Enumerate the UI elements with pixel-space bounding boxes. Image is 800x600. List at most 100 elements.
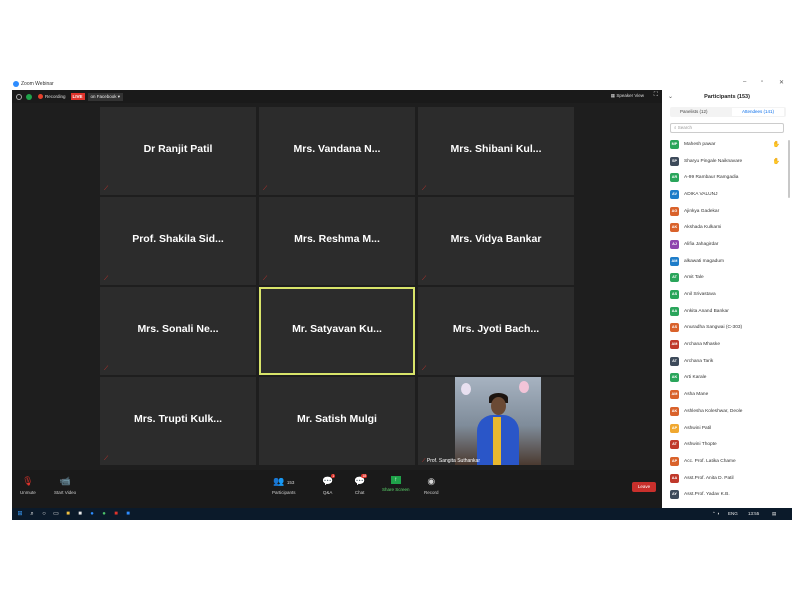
file-explorer-icon[interactable]: ■ [64,510,72,518]
participants-tabs: Panelists (12) Attendees (141) [670,107,786,117]
speaker-view-button[interactable]: ▦ Speaker View [611,93,644,99]
taskview-icon[interactable]: ▭ [52,510,60,518]
zoom-taskbar-icon[interactable]: ■ [124,510,132,518]
list-item[interactable]: AK Arti Karale [670,370,786,387]
list-item[interactable]: AA Asst.Prof. Anita D. Patil [670,470,786,487]
qa-button[interactable]: 💬 1 Q&A [322,474,336,495]
avatar: AK [670,406,679,416]
task-view-icon[interactable]: ○ [40,510,48,518]
list-item[interactable]: MP Mahesh pawar ✋ [670,136,786,153]
list-item[interactable]: AT Ashwini Thopte [670,436,786,453]
attendee-name: A-99 Rambaur Ramgadia [684,175,739,181]
list-item[interactable]: AK Akshada Kulkarni [670,219,786,236]
saree-border [493,417,501,465]
chat-button[interactable]: 💬 18 Chat [354,474,368,495]
list-item[interactable]: AR A-99 Rambaur Ramgadia [670,169,786,186]
attendee-name: Arti Karale [684,375,707,381]
avatar: AT [670,273,679,283]
video-tile[interactable]: Mrs. Reshma M... ⟋ [259,197,415,285]
attendee-name: Anil Srivastava [684,292,716,298]
video-tile[interactable]: Dr Ranjit Patil ⟋ [100,107,256,195]
list-item[interactable]: AP Acc. Prof. Latika Chame [670,453,786,470]
tile-name: Mr. Satish Mulgi [297,413,377,425]
search-icon[interactable]: ⌕ [28,510,36,518]
tab-attendees[interactable]: Attendees (141) [732,108,784,116]
start-video-button[interactable]: 📹 Start Video [54,476,76,495]
fullscreen-icon[interactable]: ⛶ [654,92,658,99]
maximize-button[interactable]: ▫ [761,79,763,85]
list-item[interactable]: AV ADIKA VALUNJ [670,186,786,203]
list-item[interactable]: AJ Alifia Jahagirdar [670,236,786,253]
list-item[interactable]: AM alkawati magadum [670,253,786,270]
muted-mic-icon: ⟋ [263,186,268,192]
avatar: AV [670,189,679,199]
system-tray-icons[interactable]: ⌃ ◗ [712,511,720,517]
avatar: AP [670,456,679,466]
attendee-name: Acc. Prof. Latika Chame [684,458,736,464]
minimize-button[interactable]: – [743,79,746,85]
chat-label: Chat [354,490,365,495]
store-icon[interactable]: ■ [76,510,84,518]
list-item[interactable]: AM Archana Mhaske [670,336,786,353]
recording-label: Recording [45,94,66,99]
attendee-name: Ashwini Thopte [684,442,717,448]
list-item[interactable]: SP Sharyu Pingale Naiknavare ✋ [670,153,786,170]
avatar: SP [670,156,679,166]
clock[interactable]: 13:55 [748,511,759,516]
attendee-name: Ashwini Patil [684,425,712,431]
windows-taskbar: ⊞ ⌕ ○ ▭ ■ ■ ● ● ■ ■ ⌃ ◗ ENG 13:55 ▤ [12,508,792,520]
unmute-button[interactable]: 🎙 Unmute [20,476,36,495]
share-screen-button[interactable]: ↑ Share Screen [382,476,410,492]
scrollbar[interactable] [788,140,790,198]
raised-hand-icon: ✋ [772,141,780,148]
windows-start-icon[interactable]: ⊞ [16,510,24,518]
facebook-stream-dropdown[interactable]: on Facebook ▾ [87,92,124,101]
list-item[interactable]: AY Asst.Prof. Yadav K.B. [670,486,786,503]
tile-name: ⟋ Prof. Sangita Suthankar [422,458,480,464]
video-tile[interactable]: Mrs. Shibani Kul... ⟋ [418,107,574,195]
participants-icon: 👥 153 [273,476,295,486]
video-tile[interactable]: Mrs. Vandana N... ⟋ [259,107,415,195]
list-item[interactable]: AP Ashwini Patil [670,420,786,437]
chevron-down-icon[interactable]: ⌄ [668,90,673,104]
participants-button[interactable]: 👥 153 Participants [272,476,296,495]
meeting-controls: 🎙 Unmute 📹 Start Video 👥 153 Participants 💬… [12,470,662,508]
video-tile[interactable]: Mrs. Sonali Ne... ⟋ [100,287,256,375]
security-shield-icon[interactable] [26,93,32,100]
list-item[interactable]: AT Archana Tarik [670,353,786,370]
list-item[interactable]: AS Anil Srivastava [670,286,786,303]
video-tile[interactable]: Prof. Shakila Sid... ⟋ [100,197,256,285]
tile-name: Mrs. Vandana N... [293,143,381,155]
video-tile[interactable]: Mrs. Trupti Kulk... ⟋ [100,377,256,465]
active-speaker-tile[interactable]: Mr. Satyavan Ku... [259,287,415,375]
app-icon[interactable]: ■ [112,510,120,518]
chrome-icon[interactable]: ● [100,510,108,518]
qa-label: Q&A [322,490,333,495]
video-tile[interactable]: Mr. Satish Mulgi [259,377,415,465]
video-tile[interactable]: Mrs. Jyoti Bach... ⟋ [418,287,574,375]
raised-hand-icon: ✋ [772,158,780,165]
list-item[interactable]: AM Asha Mane [670,386,786,403]
search-input[interactable]: ⌕ Search [670,123,784,133]
list-item[interactable]: AG Ajinkya Gadekar [670,203,786,220]
record-button[interactable]: ◉ Record [424,476,439,495]
notifications-icon[interactable]: ▤ [772,511,776,517]
tile-name: Mr. Satyavan Ku... [292,323,382,335]
edge-icon[interactable]: ● [88,510,96,518]
avatar: AG [670,206,679,216]
close-button[interactable]: ✕ [779,79,784,86]
balloon [519,381,529,393]
tab-panelists[interactable]: Panelists (12) [680,109,708,114]
list-item[interactable]: AA Ankita Anand Bankar [670,303,786,320]
leave-button[interactable]: Leave [632,482,656,492]
list-item[interactable]: AS Anuradha Sangwai (C-303) [670,320,786,337]
info-icon[interactable] [16,93,22,100]
video-tile[interactable]: Mrs. Vidya Bankar ⟋ [418,197,574,285]
record-icon: ◉ [427,476,436,486]
list-item[interactable]: AT Amit Tale [670,270,786,287]
list-item[interactable]: AK Ashlesha Koleshwar, Deole [670,403,786,420]
video-tile[interactable]: ⟋ Prof. Sangita Suthankar [418,377,574,465]
language-indicator[interactable]: ENG [728,511,738,516]
attendee-name: Ankita Anand Bankar [684,308,729,314]
attendee-name: Archana Mhaske [684,342,720,348]
